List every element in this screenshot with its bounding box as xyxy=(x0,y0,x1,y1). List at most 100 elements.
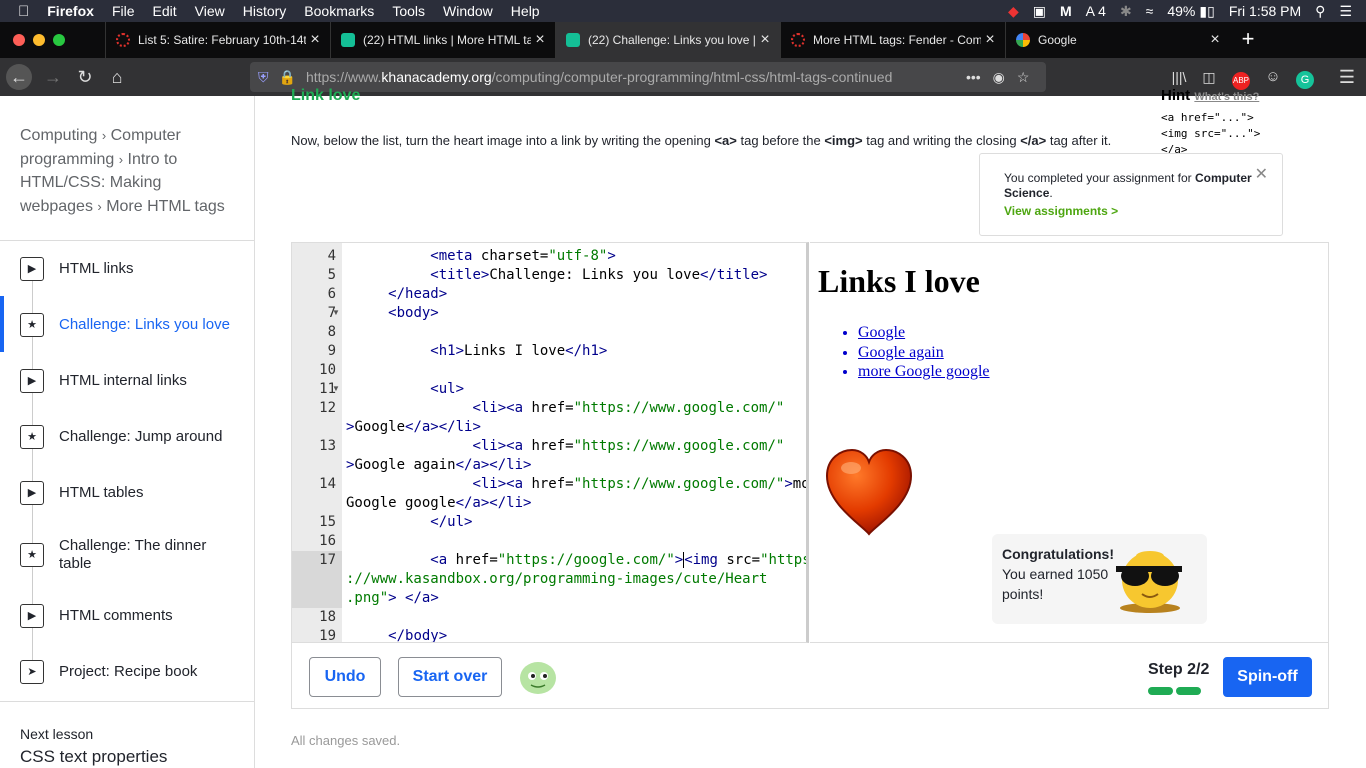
tracking-shield-icon[interactable]: ⛨ xyxy=(258,69,269,86)
tab-list5-satire[interactable]: List 5: Satire: February 10th-14th × xyxy=(105,22,330,58)
preview-link-more-google[interactable]: more Google google xyxy=(858,362,990,382)
tab-more-html-tags-fender[interactable]: More HTML tags: Fender - Computer × xyxy=(780,22,1005,58)
tab-close-icon[interactable]: × xyxy=(1206,31,1224,49)
pocket-icon[interactable]: ◉ xyxy=(993,69,1005,86)
screen-icon[interactable]: ▣ xyxy=(1033,3,1046,20)
bookmark-star-icon[interactable]: ☆ xyxy=(1017,69,1030,86)
menu-tools[interactable]: Tools xyxy=(392,3,425,19)
reader-sidebar-icon[interactable]: ◫ xyxy=(1196,64,1222,90)
line-number: 13 xyxy=(319,438,336,454)
wifi-icon[interactable]: ≈ xyxy=(1146,3,1154,19)
url-path: /computing/computer-programming/html-css… xyxy=(491,69,893,85)
spin-off-button[interactable]: Spin-off xyxy=(1223,657,1312,697)
line-number-active: 17 xyxy=(292,551,342,608)
app-menu[interactable]: Firefox xyxy=(47,3,94,19)
sidebar-item-label: Challenge: Jump around xyxy=(59,428,223,445)
star-icon: ★ xyxy=(20,425,44,449)
tab-close-icon[interactable]: × xyxy=(306,31,324,49)
adblock-icon[interactable]: ABP xyxy=(1228,64,1254,90)
battery-percent[interactable]: 49% xyxy=(1167,3,1195,19)
toast-text: You completed your assignment for xyxy=(1004,171,1195,185)
url-text[interactable]: https://www.khanacademy.org/computing/co… xyxy=(306,69,946,85)
undo-button[interactable]: Undo xyxy=(309,657,381,697)
desc-code: <img> xyxy=(824,133,863,148)
back-button[interactable]: ← xyxy=(6,64,32,90)
reload-button[interactable]: ↻ xyxy=(72,64,98,90)
menu-bookmarks[interactable]: Bookmarks xyxy=(304,3,374,19)
control-center-icon[interactable]: ☰ xyxy=(1339,3,1352,20)
save-status: All changes saved. xyxy=(291,733,401,748)
account-icon[interactable]: ☺ xyxy=(1260,64,1286,90)
tab-close-icon[interactable]: × xyxy=(756,31,774,49)
url-bar[interactable]: ⛨ 🔒 https://www.khanacademy.org/computin… xyxy=(250,62,1046,92)
sidebar-item-html-tables[interactable]: ▶ HTML tables xyxy=(0,465,254,521)
preview-link-google[interactable]: Google xyxy=(858,323,990,343)
sidebar-item-html-comments[interactable]: ▶ HTML comments xyxy=(0,589,254,645)
heart-image[interactable] xyxy=(823,446,915,538)
crumb-more-html-tags[interactable]: More HTML tags xyxy=(106,198,225,215)
sidebar-item-html-links[interactable]: ▶ HTML links xyxy=(0,241,254,297)
hint-whats-this-link[interactable]: What's this? xyxy=(1194,91,1259,103)
tab-close-icon[interactable]: × xyxy=(981,31,999,49)
code-line: <ul> xyxy=(430,381,465,397)
next-lesson-link[interactable]: CSS text properties xyxy=(20,747,167,767)
close-icon[interactable]: ✕ xyxy=(1255,164,1268,184)
crumb-computing[interactable]: Computing xyxy=(20,127,97,144)
fold-arrow-icon[interactable]: ▼ xyxy=(332,384,340,393)
malwarebytes-icon[interactable]: M xyxy=(1060,3,1072,19)
window-close-button[interactable] xyxy=(13,34,25,46)
tab-challenge-links-you-love[interactable]: (22) Challenge: Links you love | More HT… xyxy=(555,22,780,58)
menu-help[interactable]: Help xyxy=(511,3,540,19)
code-line: <meta charset="utf-8"> xyxy=(430,248,616,264)
congrats-text: Congratulations! You earned 1050 points! xyxy=(1002,544,1114,604)
new-tab-button[interactable]: + xyxy=(1236,26,1260,54)
preview-link-google-again[interactable]: Google again xyxy=(858,343,990,363)
code-line: >Google again</a></li> xyxy=(346,457,532,473)
step-indicator: Step 2/2 xyxy=(1148,661,1210,678)
sidebar-item-challenge-jump-around[interactable]: ★ Challenge: Jump around xyxy=(0,409,254,465)
line-number: 14 xyxy=(319,476,336,492)
lock-icon[interactable]: 🔒 xyxy=(279,69,296,86)
tab-favicon xyxy=(791,33,805,47)
hamburger-menu-icon[interactable]: ☰ xyxy=(1334,64,1360,90)
preview-link-list: Google Google again more Google google xyxy=(858,323,990,382)
apple-icon[interactable]:  xyxy=(18,3,29,20)
assignment-toast: You completed your assignment for Comput… xyxy=(979,153,1283,236)
forward-button[interactable]: → xyxy=(40,64,66,90)
menu-edit[interactable]: Edit xyxy=(153,3,177,19)
adobe-count: 4 xyxy=(1098,3,1106,19)
fold-arrow-icon[interactable]: ▼ xyxy=(332,308,340,317)
tab-title: (22) Challenge: Links you love | More HT… xyxy=(588,33,756,47)
menu-history[interactable]: History xyxy=(243,3,287,19)
tab-html-links[interactable]: (22) HTML links | More HTML tags × xyxy=(330,22,555,58)
status-icon-red[interactable]: ◆ xyxy=(1008,3,1019,20)
page-actions-icon[interactable]: ••• xyxy=(966,69,981,85)
breadcrumb: Computing › Computer programming › Intro… xyxy=(20,127,225,215)
window-zoom-button[interactable] xyxy=(53,34,65,46)
start-over-button[interactable]: Start over xyxy=(398,657,502,697)
sidebar-item-html-internal-links[interactable]: ▶ HTML internal links xyxy=(0,353,254,409)
line-number: 10 xyxy=(319,362,336,378)
home-button[interactable]: ⌂ xyxy=(104,64,130,90)
grammarly-icon[interactable]: G xyxy=(1292,64,1318,90)
sidebar-item-challenge-links-you-love[interactable]: ★ Challenge: Links you love xyxy=(0,297,254,353)
sidebar-item-project-recipe-book[interactable]: ➤ Project: Recipe book xyxy=(0,645,254,701)
bluetooth-icon[interactable]: ✱ xyxy=(1120,3,1132,20)
spotlight-search-icon[interactable]: ⚲ xyxy=(1315,3,1325,20)
view-assignments-link[interactable]: View assignments > xyxy=(1004,204,1118,218)
sidebar-item-challenge-dinner-table[interactable]: ★ Challenge: The dinner table xyxy=(0,529,254,585)
adobe-icon[interactable]: A 4 xyxy=(1086,3,1106,19)
clock[interactable]: Fri 1:58 PM xyxy=(1229,3,1301,19)
tab-favicon xyxy=(116,33,130,47)
code-editor[interactable]: 4 5 6 7 8 9 10 11 12 13 14 15 16 17 18 1… xyxy=(291,242,809,643)
menu-window[interactable]: Window xyxy=(443,3,493,19)
battery-icon[interactable]: ▮▯ xyxy=(1199,3,1214,20)
tab-google[interactable]: Google × xyxy=(1005,22,1230,58)
macos-menubar:  Firefox File Edit View History Bookmar… xyxy=(0,0,1366,22)
menu-view[interactable]: View xyxy=(195,3,225,19)
menu-file[interactable]: File xyxy=(112,3,135,19)
tab-close-icon[interactable]: × xyxy=(531,31,549,49)
hint-code-line: <img src="..."> xyxy=(1161,127,1261,140)
toast-message: You completed your assignment for Comput… xyxy=(1004,171,1254,201)
window-minimize-button[interactable] xyxy=(33,34,45,46)
